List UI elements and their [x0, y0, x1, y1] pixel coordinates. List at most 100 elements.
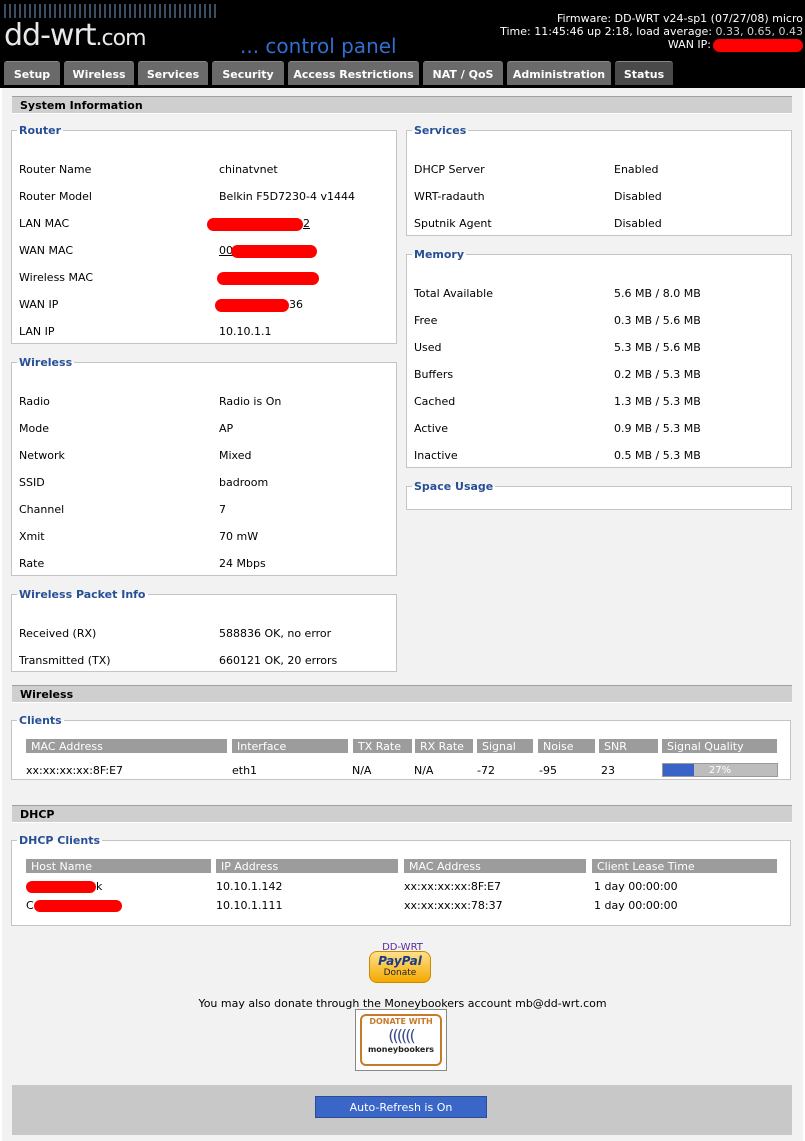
section-wireless: Wireless — [12, 685, 792, 703]
main-content: System Information Router Router Name chi… — [2, 88, 803, 1141]
info-row: Sputnik Agent Disabled — [414, 217, 662, 231]
info-row: Inactive 0.5 MB / 5.3 MB — [414, 449, 701, 463]
wireless-info-box: Wireless Radio Radio is On Mode AP Network… — [11, 356, 397, 576]
dhcp-clients-box: DHCP Clients Host Name IP Address MAC Ad… — [11, 834, 791, 926]
memory-box: Memory Total Available 5.6 MB / 8.0 MB Fr… — [406, 248, 792, 468]
radio-value: Radio is On — [219, 395, 282, 408]
network-label: Network — [19, 449, 65, 462]
mode-value: AP — [219, 422, 234, 435]
memory-value: 0.2 MB / 5.3 MB — [614, 368, 701, 381]
client-interface: eth1 — [232, 764, 258, 777]
dhcp-server-label: DHCP Server — [414, 163, 485, 176]
sputnik-agent-label: Sputnik Agent — [414, 217, 492, 230]
space-usage-box: Space Usage — [406, 480, 792, 510]
received-value: 588836 OK, no error — [219, 627, 332, 640]
tab-security[interactable]: Security — [212, 61, 284, 85]
column-header-mac-address: MAC Address — [404, 859, 587, 873]
channel-value: 7 — [219, 503, 226, 516]
dhcp-host-name: C — [26, 899, 122, 912]
client-snr: 23 — [601, 764, 615, 777]
tab-status[interactable]: Status — [615, 61, 673, 85]
router-name-value: chinatvnet — [219, 163, 278, 176]
wan-ip-row-value: 36 — [215, 298, 303, 312]
memory-value: 0.5 MB / 5.3 MB — [614, 449, 701, 462]
wan-ip-label: WAN IP: — [667, 38, 711, 51]
info-row: Channel 7 — [19, 503, 226, 517]
wireless-mac-label: Wireless MAC — [19, 271, 94, 284]
header: dd-wrt.com ... control panel Firmware: D… — [0, 0, 805, 88]
info-row: Router Model Belkin F5D7230-4 v1444 — [19, 190, 355, 204]
column-header-mac: MAC Address — [26, 739, 228, 753]
router-box: Router Router Name chinatvnet Router Mode… — [11, 124, 397, 344]
dhcp-mac: xx:xx:xx:xx:78:37 — [404, 899, 503, 912]
firmware-label: Firmware: — [556, 12, 612, 25]
client-rx-rate: N/A — [414, 764, 434, 777]
wireless-legend: Wireless — [19, 356, 73, 369]
rate-label: Rate — [19, 557, 45, 570]
info-row: Mode AP — [19, 422, 233, 436]
ssid-value: badroom — [219, 476, 269, 489]
lan-mac-value: 2 — [207, 217, 310, 231]
info-row: WRT-radauth Disabled — [414, 190, 662, 204]
info-row: Buffers 0.2 MB / 5.3 MB — [414, 368, 701, 382]
paypal-logo-text: PayPal — [378, 954, 422, 968]
info-row: Router Name chinatvnet — [19, 163, 278, 177]
client-signal: -72 — [477, 764, 495, 777]
router-model-value: Belkin F5D7230-4 v1444 — [219, 190, 356, 203]
info-row: Rate 24 Mbps — [19, 557, 266, 571]
wireless-clients-box: Clients MAC Address Interface TX Rate RX… — [11, 714, 791, 780]
paypal-donate-button[interactable]: PayPal Donate — [369, 951, 431, 983]
tab-services[interactable]: Services — [138, 61, 208, 85]
column-header-signal: Signal — [477, 739, 534, 753]
redaction-mark — [231, 244, 317, 258]
services-legend: Services — [414, 124, 467, 137]
column-header-host-name: Host Name — [26, 859, 212, 873]
dhcp-server-value: Enabled — [614, 163, 659, 176]
xmit-label: Xmit — [19, 530, 45, 543]
dhcp-lease: 1 day 00:00:00 — [594, 880, 678, 893]
tab-wireless[interactable]: Wireless — [64, 61, 134, 85]
moneybookers-donate-button[interactable]: DONATE WITH (((((( moneybookers — [355, 1009, 447, 1071]
router-model-label: Router Model — [19, 190, 92, 203]
column-header-snr: SNR — [599, 739, 659, 753]
client-tx-rate: N/A — [352, 764, 372, 777]
column-header-lease-time: Client Lease Time — [592, 859, 778, 873]
services-box: Services DHCP Server Enabled WRT-radauth D… — [406, 124, 792, 236]
memory-value: 5.6 MB / 8.0 MB — [614, 287, 701, 300]
rate-value: 24 Mbps — [219, 557, 266, 570]
memory-value: 1.3 MB / 5.3 MB — [614, 395, 701, 408]
received-label: Received (RX) — [19, 627, 97, 640]
redaction-mark — [215, 298, 289, 312]
memory-value: 5.3 MB / 5.6 MB — [614, 341, 701, 354]
dhcp-ip: 10.10.1.111 — [216, 899, 283, 912]
space-usage-legend: Space Usage — [414, 480, 494, 493]
tab-access-restrictions[interactable]: Access Restrictions — [288, 61, 419, 85]
column-header-signal-quality: Signal Quality — [662, 739, 778, 753]
tab-administration[interactable]: Administration — [507, 61, 611, 85]
column-header-rx-rate: RX Rate — [415, 739, 474, 753]
auto-refresh-button[interactable]: Auto-Refresh is On — [315, 1096, 487, 1118]
memory-label: Free — [414, 314, 438, 327]
memory-label: Used — [414, 341, 442, 354]
wrt-radauth-label: WRT-radauth — [414, 190, 485, 203]
time-value: 11:45:46 up 2:18, load average: — [534, 25, 713, 38]
section-system-information: System Information — [12, 96, 792, 114]
info-row: Used 5.3 MB / 5.6 MB — [414, 341, 701, 355]
dhcp-mac: xx:xx:xx:xx:8F:E7 — [404, 880, 502, 893]
info-row: Network Mixed — [19, 449, 251, 463]
info-row: Received (RX) 588836 OK, no error — [19, 627, 331, 641]
redaction-mark — [217, 271, 319, 285]
memory-label: Inactive — [414, 449, 458, 462]
column-header-interface: Interface — [232, 739, 349, 753]
memory-value: 0.9 MB / 5.3 MB — [614, 422, 701, 435]
tab-nat-qos[interactable]: NAT / QoS — [423, 61, 503, 85]
info-row: Active 0.9 MB / 5.3 MB — [414, 422, 701, 436]
header-info: Firmware: DD-WRT v24-sp1 (07/27/08) micr… — [500, 12, 803, 52]
network-value: Mixed — [219, 449, 252, 462]
wan-mac-label: WAN MAC — [19, 244, 74, 257]
lan-ip-label: LAN IP — [19, 325, 55, 338]
tab-setup[interactable]: Setup — [4, 61, 60, 85]
radio-label: Radio — [19, 395, 50, 408]
memory-legend: Memory — [414, 248, 465, 261]
info-row: LAN MAC 2 — [19, 217, 310, 231]
